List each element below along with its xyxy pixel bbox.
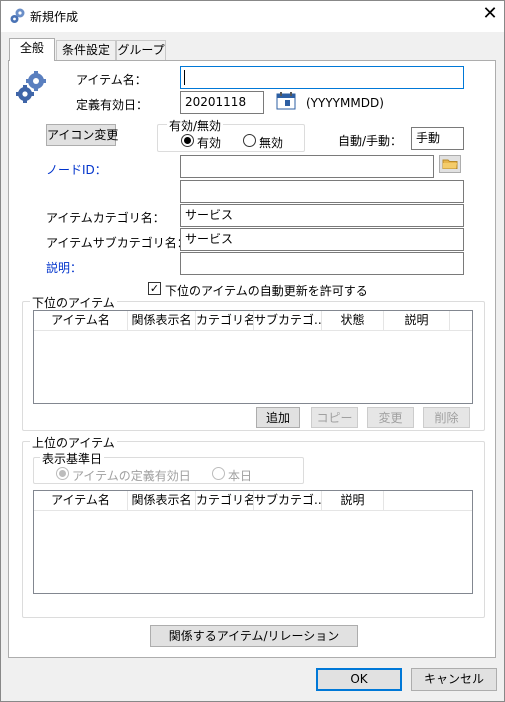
node-id-input[interactable] (180, 155, 434, 178)
tab-group[interactable]: グループ (116, 40, 166, 60)
auto-update-checkbox[interactable]: ✓ (148, 282, 161, 295)
column-header[interactable]: カテゴリ名 (196, 491, 254, 511)
text-caret (184, 70, 185, 85)
item-gears-icon (14, 70, 50, 106)
effective-date-label: 定義有効日： (76, 98, 149, 112)
date-format-hint: (YYYYMMDD) (306, 96, 384, 110)
gears-icon (9, 7, 27, 25)
item-name-label: アイテム名： (76, 73, 147, 87)
item-subcategory-label: アイテムサブカテゴリ名： (46, 236, 189, 250)
description-input[interactable] (180, 252, 464, 275)
description-label: 説明： (46, 261, 83, 275)
enabled-group-title: 有効/無効 (167, 117, 224, 134)
node-id-secondary (180, 180, 464, 203)
disabled-radio[interactable] (243, 134, 256, 147)
relation-button[interactable]: 関係するアイテム/リレーション (150, 625, 358, 647)
lower-items-list[interactable]: アイテム名 関係表示名 カテゴリ名 サブカテゴ... 状態 説明 (33, 310, 473, 404)
auto-update-label: 下位のアイテムの自動更新を許可する (165, 284, 368, 298)
disabled-radio-label: 無効 (259, 136, 284, 150)
item-name-input[interactable] (180, 66, 464, 89)
item-category-label: アイテムカテゴリ名： (46, 211, 165, 225)
icon-change-button[interactable]: アイコン変更 (46, 124, 118, 146)
today-label: 本日 (228, 469, 253, 483)
item-category-field: サービス (180, 204, 464, 227)
column-header[interactable]: 説明 (322, 491, 384, 511)
calendar-icon[interactable] (275, 91, 297, 111)
column-header[interactable]: カテゴリ名 (196, 311, 254, 331)
window-title: 新規作成 (30, 10, 79, 24)
copy-button[interactable]: コピー (311, 407, 358, 428)
today-radio[interactable] (212, 467, 225, 480)
enabled-radio-label: 有効 (197, 136, 222, 150)
column-header[interactable]: アイテム名 (34, 491, 128, 511)
tab-general[interactable]: 全般 (9, 38, 55, 61)
ok-button[interactable]: OK (316, 668, 402, 691)
column-header[interactable]: アイテム名 (34, 311, 128, 331)
column-header[interactable]: 関係表示名 (128, 311, 196, 331)
auto-manual-label: 自動/手動： (338, 134, 403, 148)
upper-items-list[interactable]: アイテム名 関係表示名 カテゴリ名 サブカテゴ... 説明 (33, 490, 473, 594)
base-date-title: 表示基準日 (40, 450, 105, 467)
upper-items-header: アイテム名 関係表示名 カテゴリ名 サブカテゴ... 説明 (34, 491, 472, 511)
upper-items-title: 上位のアイテム (30, 434, 117, 451)
delete-button[interactable]: 削除 (423, 407, 470, 428)
cancel-button[interactable]: キャンセル (411, 668, 497, 691)
node-id-label: ノードID： (46, 163, 107, 177)
add-button[interactable]: 追加 (256, 407, 300, 428)
enabled-radio[interactable] (181, 134, 194, 147)
close-icon[interactable]: ✕ (480, 3, 500, 25)
column-header[interactable]: サブカテゴ... (254, 311, 322, 331)
tab-conditions[interactable]: 条件設定 (56, 40, 116, 60)
effective-date-input[interactable]: 20201118 (180, 91, 264, 114)
lower-items-header: アイテム名 関係表示名 カテゴリ名 サブカテゴ... 状態 説明 (34, 311, 472, 331)
column-header[interactable]: サブカテゴ... (254, 491, 322, 511)
edit-button[interactable]: 変更 (367, 407, 414, 428)
column-header[interactable]: 説明 (384, 311, 450, 331)
lower-items-title: 下位のアイテム (30, 294, 117, 311)
folder-icon[interactable] (439, 155, 461, 173)
auto-manual-field: 手動 (411, 127, 464, 150)
column-header[interactable]: 状態 (322, 311, 384, 331)
definition-date-radio[interactable] (56, 467, 69, 480)
definition-date-label: アイテムの定義有効日 (72, 469, 191, 483)
item-subcategory-field: サービス (180, 228, 464, 251)
column-header[interactable]: 関係表示名 (128, 491, 196, 511)
